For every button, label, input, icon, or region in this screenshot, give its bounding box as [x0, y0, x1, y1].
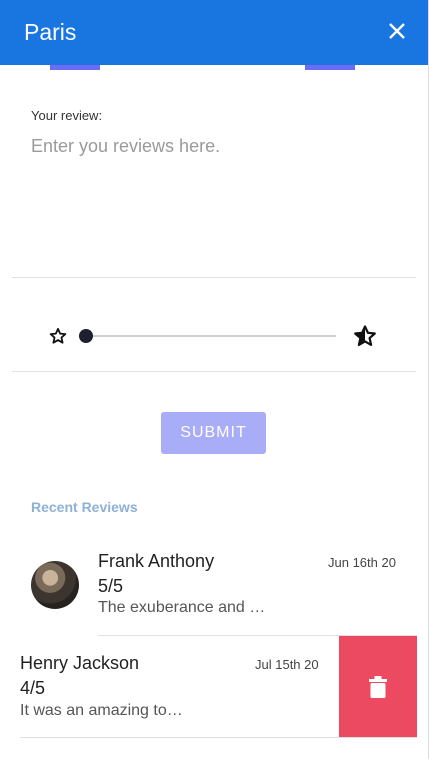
tab-indicator-left: [50, 65, 100, 70]
recent-reviews-title: Recent Reviews: [31, 499, 138, 515]
review-text: It was an amazing to…: [20, 702, 183, 719]
rating-slider-thumb[interactable]: [79, 329, 93, 343]
review-label: Your review:: [31, 108, 103, 123]
submit-button[interactable]: SUBMIT: [161, 412, 266, 454]
review-date: Jun 16th 20: [328, 555, 396, 570]
review-rating: 5/5: [98, 576, 124, 596]
page-title: Paris: [24, 19, 77, 45]
divider: [20, 737, 417, 738]
star-half-icon: [354, 325, 376, 346]
star-outline-icon: [49, 327, 67, 344]
app-header: Paris: [0, 0, 428, 65]
trash-icon: [369, 676, 387, 698]
tab-indicator-right: [305, 65, 355, 70]
reviewer-name: Frank Anthony: [98, 551, 215, 571]
review-input[interactable]: [31, 136, 401, 266]
divider: [12, 277, 416, 278]
close-icon[interactable]: [388, 21, 406, 41]
review-date: Jul 15th 20: [255, 657, 319, 672]
delete-review-button[interactable]: [339, 636, 417, 738]
list-item[interactable]: Henry Jackson Jul 15th 20 4/5 It was an …: [0, 636, 417, 738]
review-text: The exuberance and …: [98, 599, 266, 616]
divider: [12, 371, 416, 372]
review-rating: 4/5: [20, 678, 46, 698]
reviewer-name: Henry Jackson: [20, 653, 140, 673]
avatar: [31, 561, 79, 609]
rating-slider-track[interactable]: [86, 335, 336, 337]
